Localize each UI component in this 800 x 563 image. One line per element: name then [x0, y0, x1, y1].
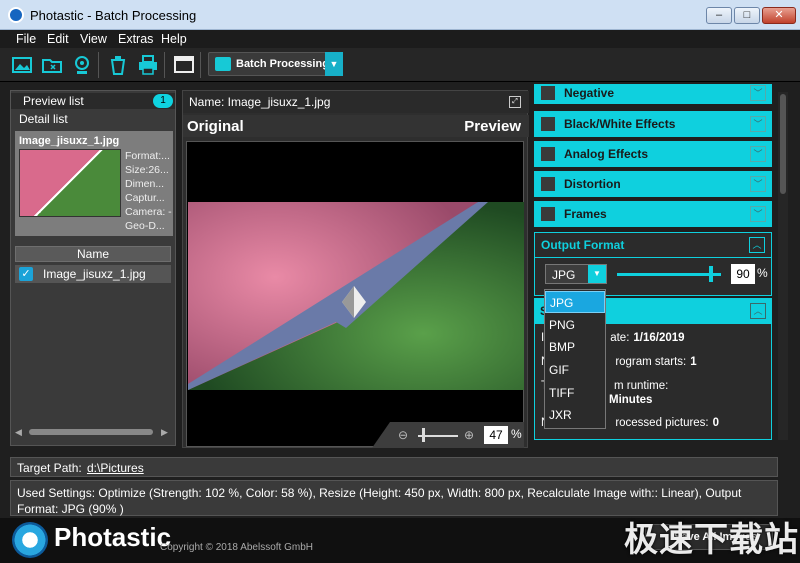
open-folder-icon[interactable] — [40, 53, 64, 77]
option-jxr[interactable]: JXR — [545, 404, 605, 426]
chevron-up-icon[interactable]: ︿ — [749, 237, 765, 253]
zoom-slider-handle[interactable] — [422, 428, 425, 442]
chevron-down-icon[interactable]: ﹀ — [750, 146, 766, 162]
zoom-in-icon[interactable]: ⊕ — [464, 428, 474, 442]
center-panel: Name: Image_jisuxz_1.jpg ⤢ Original Prev… — [182, 90, 529, 448]
zoom-percent: % — [511, 427, 522, 441]
batch-dropdown-arrow[interactable]: ▼ — [325, 52, 343, 76]
analog-toggle[interactable] — [541, 147, 555, 161]
negative-toggle[interactable] — [541, 86, 555, 100]
tab-detail-list[interactable]: Detail list — [11, 111, 175, 127]
row-checkbox[interactable]: ✓ — [19, 267, 33, 281]
print-icon[interactable] — [136, 53, 160, 77]
title-bar: Photastic - Batch Processing ‒ □ ✕ — [0, 0, 800, 30]
quality-value-input[interactable]: 90 — [731, 264, 755, 284]
menu-extras[interactable]: Extras — [118, 32, 153, 46]
menu-file[interactable]: File — [16, 32, 36, 46]
name-bar: Name: Image_jisuxz_1.jpg ⤢ — [183, 91, 529, 113]
option-tiff[interactable]: TIFF — [545, 382, 605, 404]
option-gif[interactable]: GIF — [545, 359, 605, 381]
recycle-icon[interactable] — [106, 53, 130, 77]
format-select[interactable]: JPG ▼ — [545, 264, 607, 284]
copyright-text: Copyright © 2018 Abelssoft GmbH — [160, 542, 313, 553]
target-path-link[interactable]: d:\Pictures — [87, 461, 144, 475]
chevron-down-icon[interactable]: ▼ — [588, 265, 606, 283]
thumbnail-image — [19, 149, 121, 217]
distortion-toggle[interactable] — [541, 177, 555, 191]
chevron-down-icon[interactable]: ﹀ — [750, 116, 766, 132]
meta-dimensions: Dimen... — [125, 178, 165, 190]
close-button[interactable]: ✕ — [762, 7, 796, 24]
tab-preview-list[interactable]: Preview list — [11, 93, 175, 109]
zoom-value-input[interactable]: 47 — [484, 426, 508, 444]
image-viewer[interactable]: ⊖ ⊕ 47 % — [186, 141, 524, 448]
frames-toggle[interactable] — [541, 207, 555, 221]
section-output-format[interactable]: Output Format ︿ — [534, 232, 772, 258]
meta-format: Format:... — [125, 150, 170, 162]
chevron-down-icon[interactable]: ﹀ — [750, 176, 766, 192]
meta-geo: Geo-D... — [125, 220, 165, 232]
section-frames[interactable]: Frames ﹀ — [534, 201, 772, 227]
column-header-name[interactable]: Name — [15, 246, 171, 262]
original-label: Original — [187, 118, 244, 135]
section-bw-effects[interactable]: Black/White Effects ﹀ — [534, 111, 772, 137]
menu-view[interactable]: View — [80, 32, 107, 46]
zoom-out-icon[interactable]: ⊖ — [398, 428, 408, 442]
quality-slider-track[interactable] — [617, 273, 721, 276]
thumbnail-card[interactable]: Image_jisuxz_1.jpg Format:... Size:26...… — [15, 131, 173, 236]
option-png[interactable]: PNG — [545, 314, 605, 336]
watermark: 极速下载站 — [624, 521, 799, 559]
format-dropdown-list: JPG PNG BMP GIF TIFF JXR — [544, 289, 606, 429]
zoom-bar: ⊖ ⊕ 47 % — [372, 422, 524, 448]
webcam-icon[interactable] — [70, 53, 94, 77]
meta-capture: Captur... — [125, 192, 165, 204]
maximize-button[interactable]: □ — [734, 7, 760, 24]
menu-help[interactable]: Help — [161, 32, 187, 46]
thumbnail-name: Image_jisuxz_1.jpg — [19, 135, 120, 147]
section-distortion[interactable]: Distortion ﹀ — [534, 171, 772, 197]
row-filename: Image_jisuxz_1.jpg — [43, 267, 146, 281]
batch-processing-button[interactable]: Batch Processing ▼ — [208, 52, 343, 76]
brand-name: Photastic — [54, 522, 172, 552]
batch-icon — [215, 57, 231, 71]
preview-count-badge: 1 — [153, 94, 173, 108]
app-icon — [8, 7, 24, 23]
list-item[interactable]: ✓ Image_jisuxz_1.jpg — [15, 265, 171, 283]
target-path-label: Target Path: — [17, 461, 82, 475]
chevron-down-icon[interactable]: ﹀ — [750, 85, 766, 101]
section-analog-effects[interactable]: Analog Effects ﹀ — [534, 141, 772, 167]
target-path-bar: Target Path: d:\Pictures — [10, 457, 778, 477]
window-icon[interactable] — [172, 53, 196, 77]
vertical-scrollbar[interactable] — [778, 92, 788, 440]
minimize-button[interactable]: ‒ — [706, 7, 732, 24]
preview-photo — [188, 202, 524, 390]
left-panel: Preview list 1 Detail list Image_jisuxz_… — [10, 90, 176, 446]
quality-slider-handle[interactable] — [708, 266, 713, 282]
open-image-icon[interactable] — [10, 53, 34, 77]
meta-size: Size:26... — [125, 164, 169, 176]
option-jpg[interactable]: JPG — [545, 291, 605, 313]
expand-icon[interactable]: ⤢ — [509, 96, 521, 108]
chevron-down-icon[interactable]: ﹀ — [750, 206, 766, 222]
scroll-right-icon[interactable]: ▶ — [161, 427, 168, 438]
menu-bar: File Edit View Extras Help — [0, 30, 800, 48]
view-header: Original Preview — [183, 115, 529, 137]
menu-edit[interactable]: Edit — [47, 32, 69, 46]
meta-camera: Camera: - — [125, 206, 172, 218]
chevron-up-icon[interactable]: ︿ — [750, 303, 766, 319]
option-bmp[interactable]: BMP — [545, 336, 605, 358]
image-name-label: Name: Image_jisuxz_1.jpg — [189, 95, 331, 109]
bw-toggle[interactable] — [541, 117, 555, 131]
section-negative[interactable]: Negative ﹀ — [534, 84, 772, 104]
scroll-left-icon[interactable]: ◀ — [15, 427, 22, 438]
photastic-logo-icon — [12, 522, 48, 558]
stat-runtime-value: Minutes — [609, 394, 653, 406]
used-settings-box: Used Settings: Optimize (Strength: 102 %… — [10, 480, 778, 516]
window-title: Photastic - Batch Processing — [30, 8, 197, 23]
quality-percent: % — [757, 266, 768, 280]
toolbar — [0, 48, 800, 82]
horizontal-scrollbar[interactable] — [29, 429, 153, 435]
preview-label: Preview — [464, 118, 521, 135]
